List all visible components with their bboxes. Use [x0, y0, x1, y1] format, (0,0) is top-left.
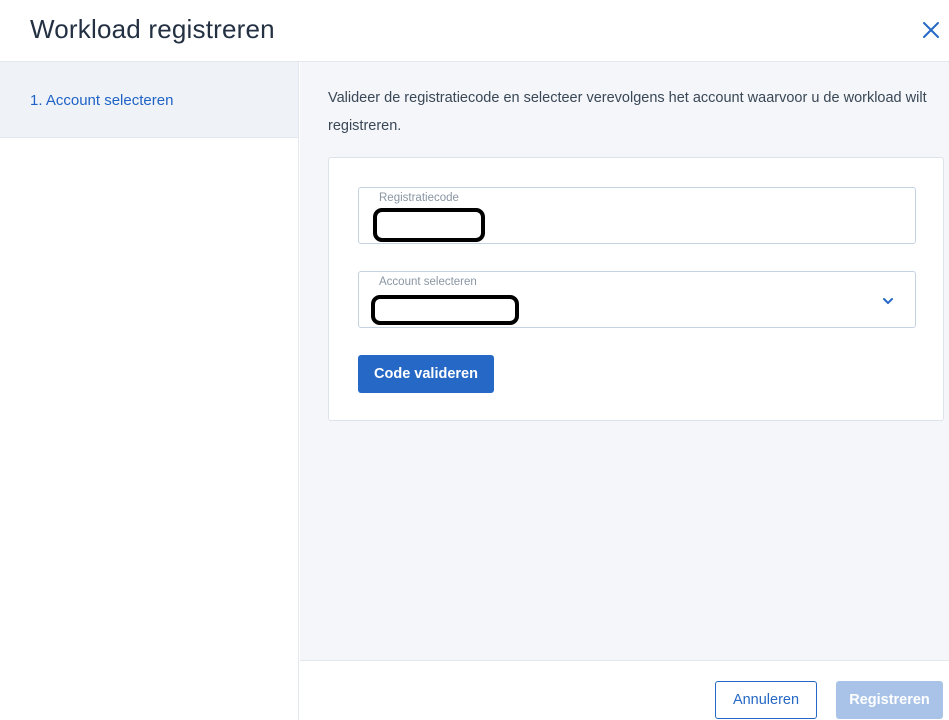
instruction-text: Valideer de registratiecode en selecteer…: [328, 90, 927, 134]
dialog-title: Workload registreren: [30, 14, 275, 44]
dialog-header: Workload registreren: [0, 0, 949, 62]
close-icon: [923, 22, 939, 38]
register-button[interactable]: Registreren: [836, 681, 943, 719]
dialog-footer: Annuleren Registreren: [300, 660, 949, 720]
close-button[interactable]: [915, 14, 947, 46]
registration-code-label: Registratiecode: [379, 192, 459, 204]
register-workload-dialog: Workload registreren 1. Account selecter…: [0, 0, 949, 720]
validate-code-button[interactable]: Code valideren: [358, 355, 494, 393]
step-account-select[interactable]: 1. Account selecteren: [0, 62, 298, 138]
account-select-label: Account selecteren: [379, 276, 477, 288]
step-label: 1. Account selecteren: [30, 92, 174, 109]
registration-code-field[interactable]: Registratiecode: [358, 187, 916, 244]
redaction-mark: [371, 295, 519, 325]
chevron-down-icon: [883, 298, 893, 304]
redaction-mark: [373, 208, 485, 242]
cancel-button[interactable]: Annuleren: [715, 681, 817, 719]
main-content: Valideer de registratiecode en selecteer…: [300, 62, 949, 660]
steps-sidebar: 1. Account selecteren: [0, 62, 299, 720]
account-select-dropdown[interactable]: Account selecteren: [358, 271, 916, 328]
registration-form-card: Registratiecode Account selecteren Code …: [328, 157, 944, 421]
